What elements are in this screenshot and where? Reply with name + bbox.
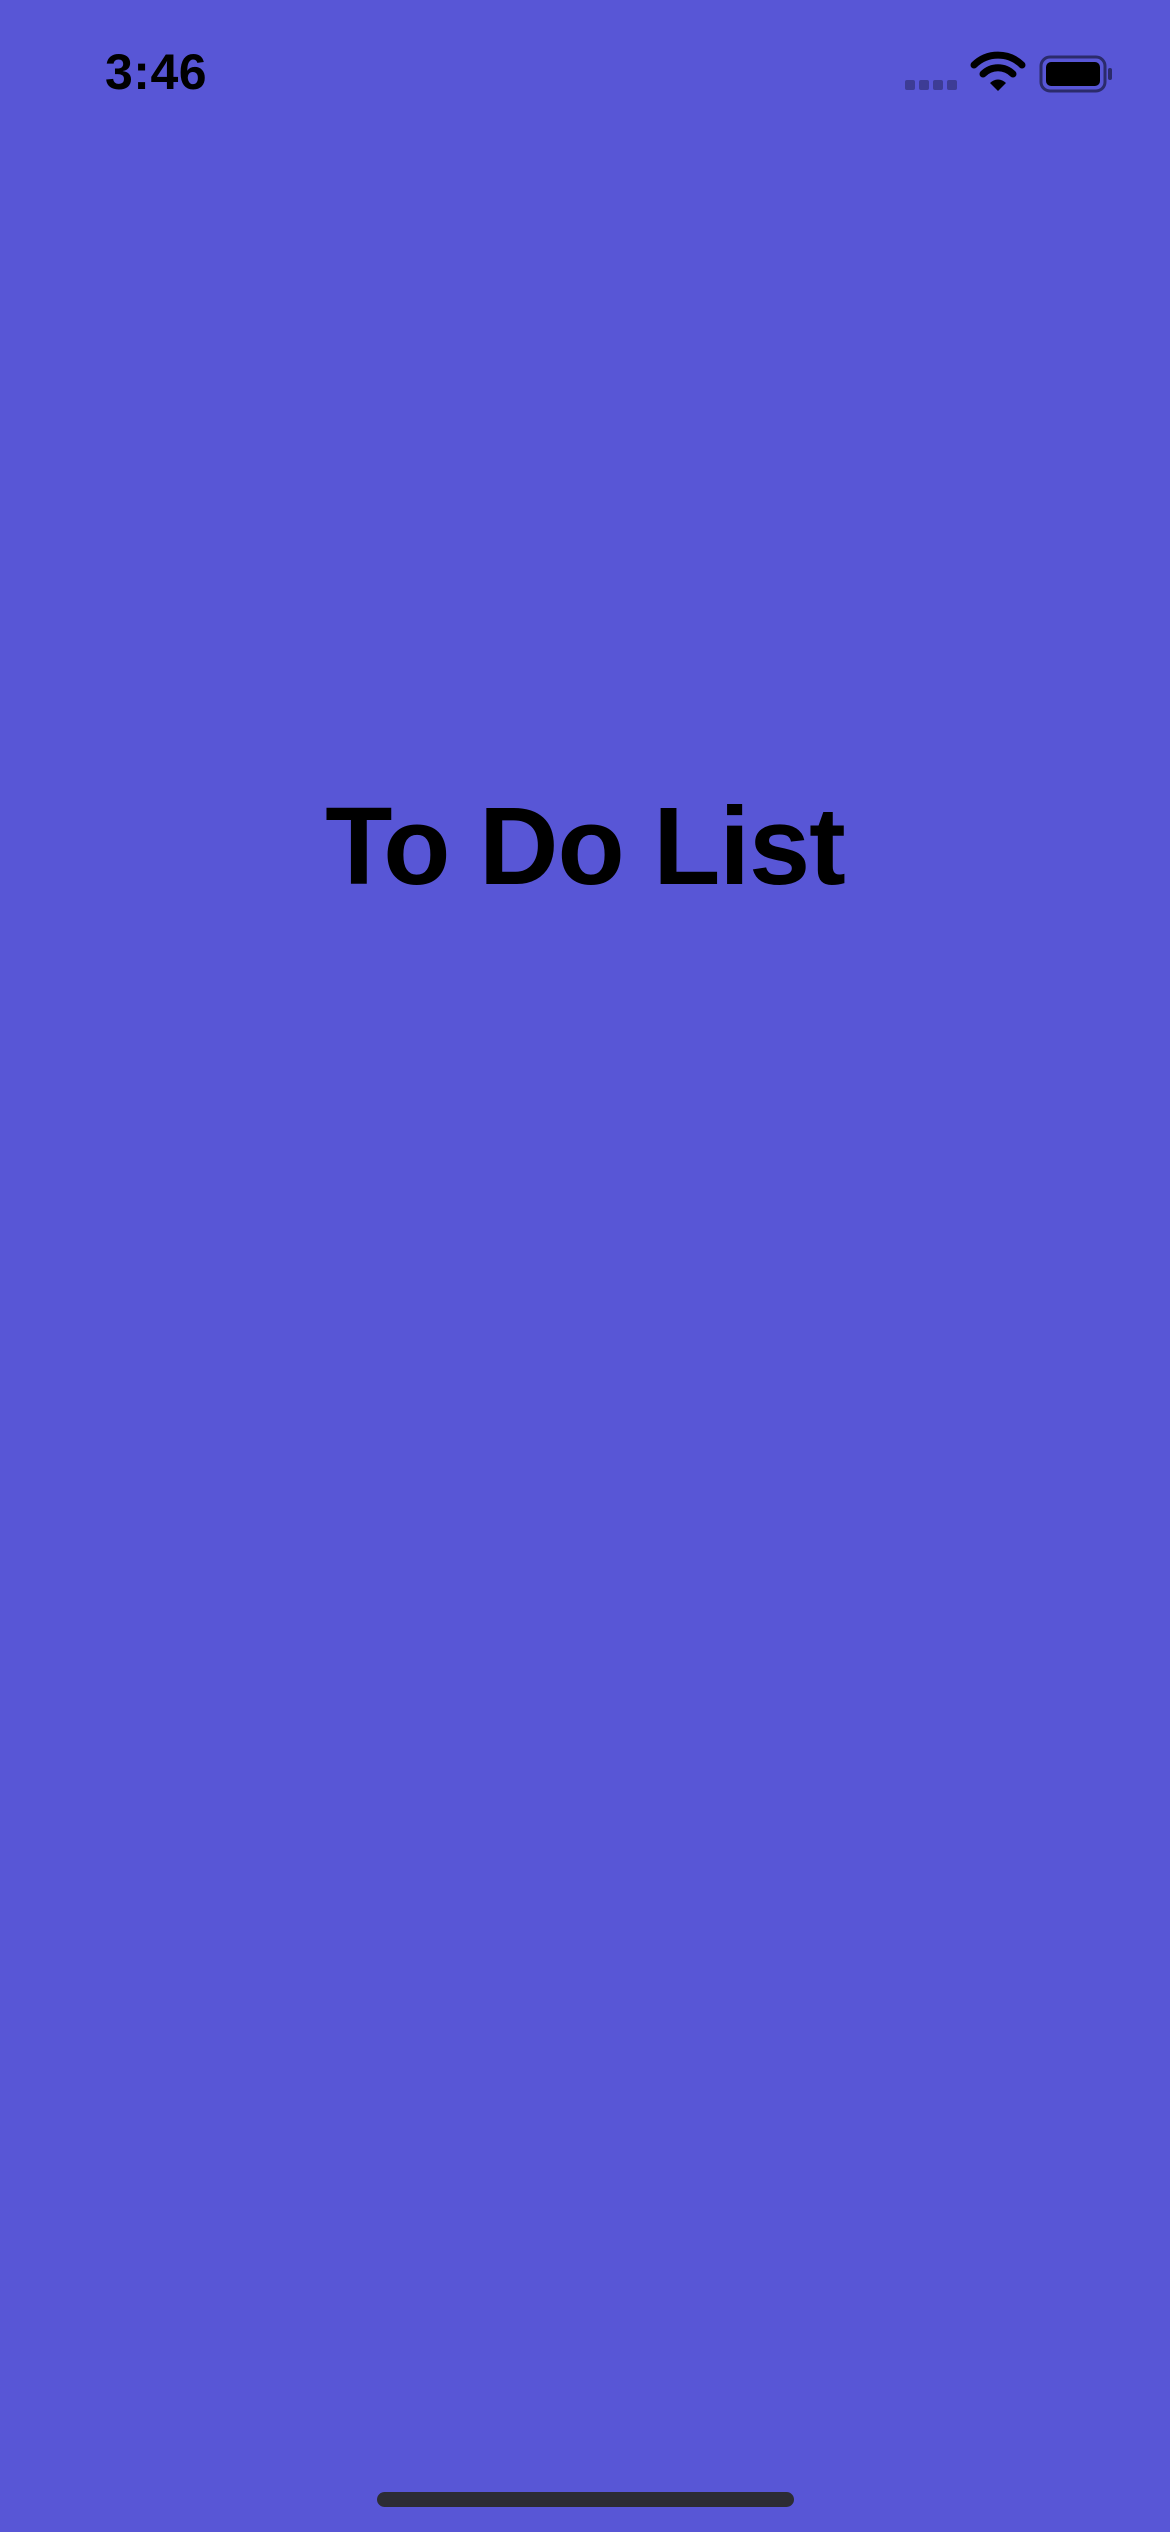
- status-bar: 3:46: [0, 0, 1170, 150]
- cellular-signal-icon: [905, 80, 961, 92]
- wifi-icon: [970, 50, 1026, 92]
- home-indicator[interactable]: [377, 2492, 794, 2507]
- page-title: To Do List: [325, 785, 846, 908]
- battery-icon: [1039, 55, 1115, 93]
- status-time: 3:46: [105, 44, 208, 100]
